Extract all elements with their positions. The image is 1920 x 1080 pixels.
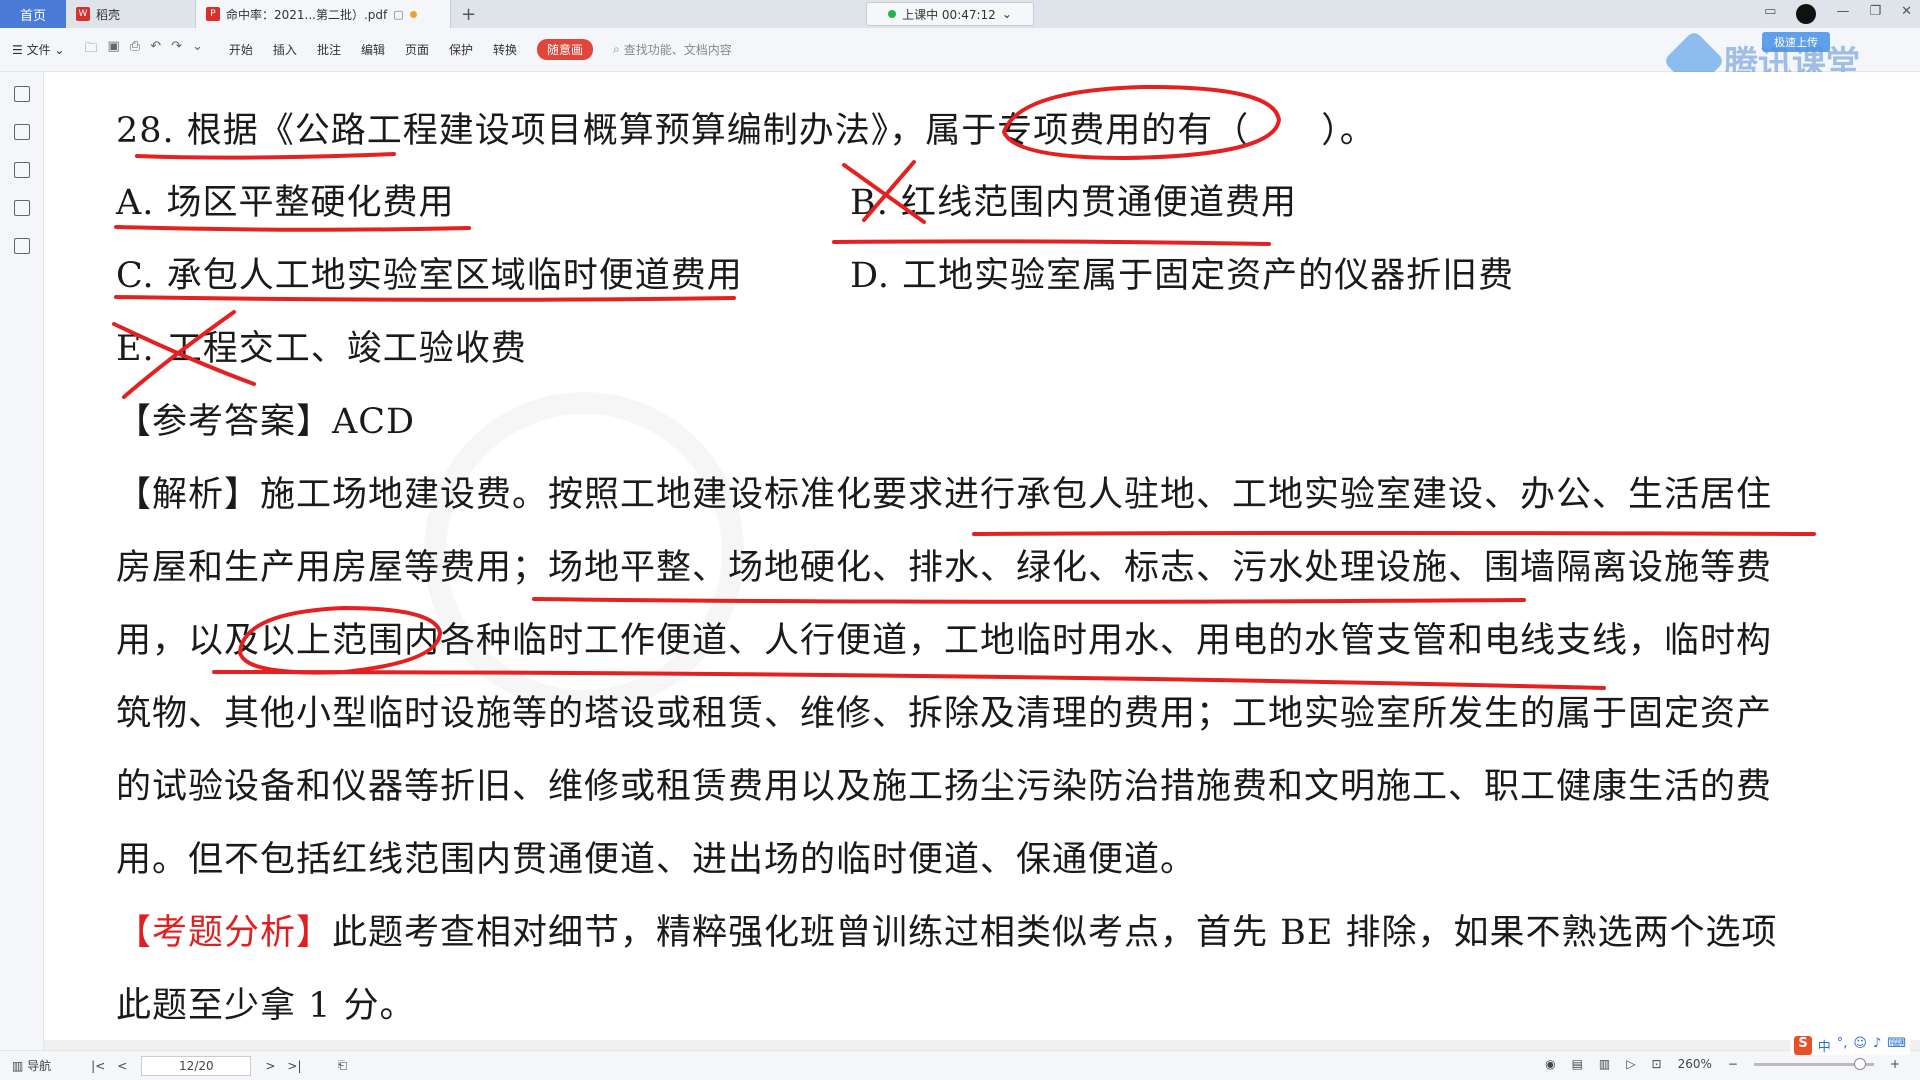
ime-mode[interactable]: 中	[1818, 1036, 1831, 1055]
tab-pdf[interactable]: P 命中率：2021...第二批）.pdf ▢	[196, 0, 451, 28]
layout-icon[interactable]: ▭	[1764, 4, 1776, 24]
menu-start[interactable]: 开始	[229, 41, 253, 58]
tab-straw[interactable]: W 稻壳	[66, 0, 196, 28]
punctuation-icon[interactable]: °,	[1837, 1036, 1848, 1055]
zoom-knob[interactable]	[1853, 1057, 1866, 1070]
nav-toggle[interactable]: ▥ 导航	[12, 1057, 51, 1074]
tab-pin-icon[interactable]: ▢	[393, 8, 403, 21]
menu-convert[interactable]: 转换	[493, 41, 517, 58]
undo-icon[interactable]: ↶	[150, 39, 161, 61]
ink-underline-stem	[135, 152, 396, 160]
status-bar: ▥ 导航 |< < 12/20 > >| ⎗ ◉ ▤ ▥ ▷ ⊡ 260% − …	[0, 1050, 1920, 1080]
document-page: 28. 根据《公路工程建设项目概算预算编制办法》，属于专项费用的有（ ）。 A.…	[44, 72, 1920, 1050]
pdf-icon: P	[206, 7, 220, 21]
analysis-line: 房屋和生产用房屋等费用；场地平整、场地硬化、排水、绿化、标志、污水处理设施、围墙…	[116, 548, 1773, 588]
first-page-icon[interactable]: |<	[91, 1059, 105, 1073]
quick-actions: 🗀 ▣ ⎙ ↶ ↷ ⌄	[84, 39, 202, 61]
view-controls: ◉ ▤ ▥ ▷ ⊡ 260% − +	[1545, 1057, 1900, 1071]
tab-straw-label: 稻壳	[96, 7, 121, 22]
file-menu-label: 文件	[26, 43, 51, 57]
emoji-icon[interactable]: ☺	[1853, 1036, 1867, 1055]
option-e: E. 工程交工、竣工验收费	[116, 329, 527, 369]
exam-analysis: 【考题分析】此题考查相对细节，精粹强化班曾训练过相类似考点，首先 BE 排除，如…	[116, 904, 1778, 955]
sogou-logo-icon[interactable]: S	[1794, 1036, 1812, 1055]
bookmark-icon[interactable]	[13, 86, 30, 102]
option-b: B. 红线范围内贯通便道费用	[850, 183, 1297, 223]
option-d: D. 工地实验室属于固定资产的仪器折旧费	[850, 256, 1515, 296]
exam-analysis-line2: 此题至少拿 1 分。	[116, 986, 416, 1026]
avatar[interactable]	[1796, 4, 1817, 24]
live-status-text: 上课中 00:47:12	[902, 7, 996, 22]
more-icon[interactable]: ⌄	[192, 39, 203, 61]
redo-icon[interactable]: ↷	[171, 39, 182, 61]
unsaved-dot-icon	[409, 10, 417, 18]
menu-freehand-draw[interactable]: 随意画	[537, 39, 594, 60]
analysis-line: 用。但不包括红线范围内贯通便道、进出场的临时便道、保通便道。	[116, 840, 1197, 880]
save-icon[interactable]: ▣	[107, 39, 119, 61]
rotate-icon[interactable]: ⎗	[338, 1058, 348, 1073]
question-stem: 28. 根据《公路工程建设项目概算预算编制办法》，属于专项费用的有（ ）。	[116, 111, 1376, 151]
signature-icon[interactable]	[13, 238, 30, 254]
straw-icon: W	[76, 7, 90, 21]
thumbnail-icon[interactable]	[13, 124, 30, 140]
search-icon: ⌕	[613, 42, 620, 56]
analysis-line: 用，以及以上范围内各种临时工作便道、人行便道，工地临时用水、用电的水管支管和电线…	[116, 621, 1773, 661]
play-icon[interactable]: ▷	[1626, 1057, 1635, 1071]
file-menu[interactable]: ☰ 文件 ⌄	[12, 41, 64, 58]
restore-icon[interactable]: ❐	[1869, 4, 1881, 24]
search-placeholder: 查找功能、文档内容	[623, 43, 732, 57]
add-tab-button[interactable]: +	[451, 4, 486, 25]
live-class-status[interactable]: 上课中 00:47:12 ⌄	[866, 2, 1034, 26]
double-page-icon[interactable]: ▥	[1599, 1057, 1610, 1071]
menu-insert[interactable]: 插入	[273, 41, 297, 58]
zoom-out-icon[interactable]: −	[1728, 1057, 1738, 1071]
menu-protect[interactable]: 保护	[449, 41, 473, 58]
ink-underline-analysis-1	[972, 531, 1816, 536]
minimize-icon[interactable]: —	[1836, 4, 1849, 24]
comment-icon[interactable]	[13, 162, 30, 178]
exam-analysis-text: 此题考查相对细节，精粹强化班曾训练过相类似考点，首先 BE 排除，如果不熟选两个…	[332, 913, 1778, 953]
zoom-in-icon[interactable]: +	[1890, 1057, 1900, 1071]
eye-icon[interactable]: ◉	[1545, 1057, 1555, 1071]
tab-pdf-label: 命中率：2021...第二批）.pdf	[226, 7, 388, 22]
nav-label: 导航	[27, 1059, 52, 1073]
option-a: A. 场区平整硬化费用	[116, 183, 455, 223]
analysis-line: 筑物、其他小型临时设施等的塔设或租赁、维修、拆除及清理的费用；工地实验室所发生的…	[116, 694, 1773, 734]
fit-icon[interactable]: ⊡	[1652, 1057, 1662, 1071]
left-sidebar	[0, 72, 44, 1050]
menu-edit[interactable]: 编辑	[361, 41, 385, 58]
zoom-value[interactable]: 260%	[1678, 1057, 1712, 1071]
chevron-down-icon: ⌄	[1001, 7, 1012, 21]
ime-toolbar: S 中 °, ☺ ♪ ⌨	[1790, 1036, 1910, 1055]
analysis-line: 的试验设备和仪器等折旧、维修或租赁费用以及施工扬尘污染防治措施费和文明施工、职工…	[116, 767, 1773, 807]
horizontal-scrollbar[interactable]	[44, 1040, 1920, 1050]
menu-annotate[interactable]: 批注	[317, 41, 341, 58]
live-dot-icon	[888, 10, 897, 18]
window-controls: ▭ — ❐ ✕	[1764, 4, 1912, 24]
ink-underline-a	[114, 225, 471, 232]
option-c: C. 承包人工地实验室区域临时便道费用	[116, 256, 743, 296]
next-page-icon[interactable]: >	[265, 1059, 275, 1073]
zoom-slider[interactable]	[1753, 1057, 1874, 1070]
print-icon[interactable]: ⎙	[130, 39, 140, 61]
page-number-field[interactable]: 12/20	[141, 1055, 252, 1076]
last-page-icon[interactable]: >|	[287, 1059, 301, 1073]
single-page-icon[interactable]: ▤	[1572, 1057, 1583, 1071]
keyboard-icon[interactable]: ⌨	[1887, 1036, 1906, 1055]
prev-page-icon[interactable]: <	[117, 1059, 127, 1073]
ribbon-toolbar: ☰ 文件 ⌄ 🗀 ▣ ⎙ ↶ ↷ ⌄ 开始 插入 批注 编辑 页面 保护 转换 …	[0, 28, 1920, 72]
menu-page[interactable]: 页面	[405, 41, 429, 58]
attachment-icon[interactable]	[13, 200, 30, 216]
tab-home[interactable]: 首页	[0, 0, 66, 28]
exam-analysis-label: 【考题分析】	[116, 913, 333, 953]
reference-answer: 【参考答案】ACD	[116, 402, 416, 442]
close-icon[interactable]: ✕	[1901, 4, 1912, 24]
open-icon[interactable]: 🗀	[84, 39, 97, 61]
analysis-line: 【解析】施工场地建设费。按照工地建设标准化要求进行承包人驻地、工地实验室建设、办…	[116, 475, 1773, 515]
toolbar-search[interactable]: ⌕ 查找功能、文档内容	[613, 41, 732, 58]
mic-icon[interactable]: ♪	[1873, 1036, 1881, 1055]
ink-underline-b	[832, 239, 1271, 246]
